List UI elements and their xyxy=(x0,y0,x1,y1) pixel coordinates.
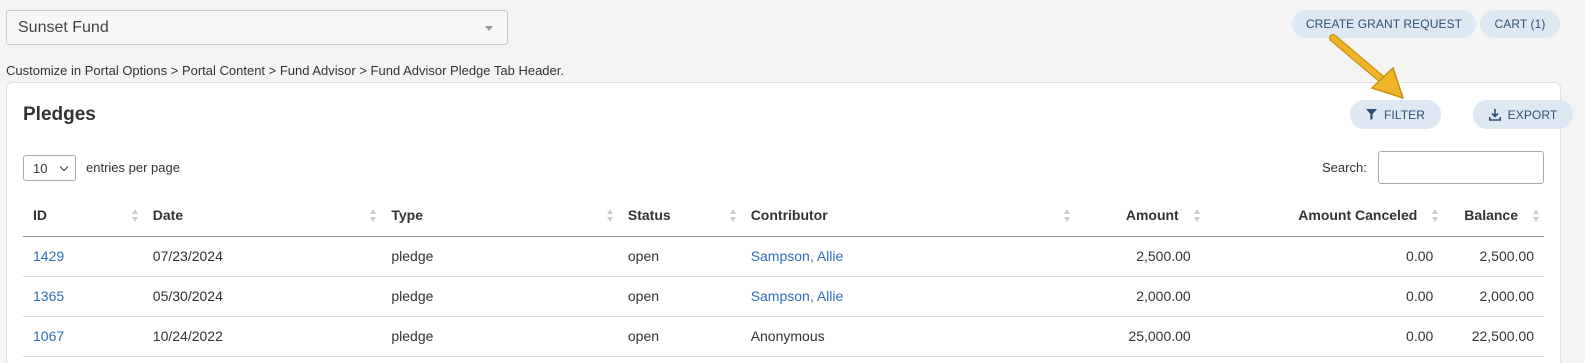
pledge-amount: 2,000.00 xyxy=(1074,276,1205,317)
pledge-amount-canceled: 0.00 xyxy=(1204,316,1444,357)
page-title: Pledges xyxy=(23,104,96,125)
column-header-balance[interactable]: Balance xyxy=(1443,195,1544,237)
table-row: 1429 07/23/2024 pledge open Sampson, All… xyxy=(23,236,1544,277)
contributor-link[interactable]: Sampson, Allie xyxy=(751,288,844,304)
pledge-type: pledge xyxy=(381,276,618,317)
dropdown-caret-icon xyxy=(485,26,493,31)
pledge-date: 07/23/2024 xyxy=(142,236,382,277)
column-header-id[interactable]: ID xyxy=(23,195,143,237)
annotation-arrow-icon xyxy=(1329,34,1405,100)
filter-label: FILTER xyxy=(1383,107,1426,122)
sort-icon xyxy=(1193,209,1201,222)
download-icon xyxy=(1488,108,1501,121)
sort-icon xyxy=(1063,209,1071,222)
pledge-id-link[interactable]: 1429 xyxy=(33,248,64,264)
search-input[interactable] xyxy=(1378,151,1544,184)
contributor-link[interactable]: Sampson, Allie xyxy=(751,248,844,264)
customize-hint: Customize in Portal Options > Portal Con… xyxy=(6,63,564,78)
pledge-balance: 22,500.00 xyxy=(1443,316,1544,357)
chevron-down-icon xyxy=(59,162,69,172)
table-row: 1365 05/30/2024 pledge open Sampson, All… xyxy=(23,276,1544,317)
pledge-amount: 2,500.00 xyxy=(1074,236,1205,277)
column-header-status[interactable]: Status xyxy=(617,195,741,237)
column-header-date[interactable]: Date xyxy=(142,195,382,237)
entries-value: 10 xyxy=(33,160,48,176)
pledge-type: pledge xyxy=(381,316,618,357)
pledges-panel: Pledges FILTER EXPORT 10 entries per pag… xyxy=(6,82,1573,363)
sort-icon xyxy=(370,209,377,222)
column-header-amount-canceled[interactable]: Amount Canceled xyxy=(1204,195,1444,237)
sort-icon xyxy=(1432,209,1439,222)
entries-per-page-label: entries per page xyxy=(86,160,180,175)
entries-per-page-select[interactable]: 10 xyxy=(23,155,76,181)
pledge-amount: 25,000.00 xyxy=(1074,316,1205,357)
export-label: EXPORT xyxy=(1507,107,1558,122)
pledge-balance: 2,000.00 xyxy=(1443,276,1544,317)
pledge-id-link[interactable]: 1365 xyxy=(33,288,64,304)
table-row: 1067 10/24/2022 pledge open Anonymous 25… xyxy=(23,316,1544,357)
export-button[interactable]: EXPORT xyxy=(1473,100,1573,129)
column-header-type[interactable]: Type xyxy=(381,195,618,237)
pledge-amount-canceled: 0.00 xyxy=(1204,276,1444,317)
pledge-status: open xyxy=(617,236,741,277)
contributor-name: Anonymous xyxy=(740,316,1075,357)
cart-button[interactable]: CART (1) xyxy=(1480,10,1560,38)
pledge-balance: 2,500.00 xyxy=(1443,236,1544,277)
column-header-contributor[interactable]: Contributor xyxy=(740,195,1075,237)
pledge-amount-canceled: 0.00 xyxy=(1204,236,1444,277)
pledges-table: ID Date Type Status Contributor Amount A… xyxy=(23,195,1544,357)
sort-icon xyxy=(729,209,737,222)
pledge-type: pledge xyxy=(381,236,618,277)
search-label: Search: xyxy=(1322,160,1367,175)
table-header-row: ID Date Type Status Contributor Amount A… xyxy=(23,195,1544,237)
fund-select-value: Sunset Fund xyxy=(18,18,109,36)
sort-icon xyxy=(131,209,139,222)
funnel-icon xyxy=(1365,109,1377,120)
pledge-status: open xyxy=(617,316,741,357)
fund-select[interactable]: Sunset Fund xyxy=(6,10,508,45)
pledge-id-link[interactable]: 1067 xyxy=(33,328,64,344)
pledge-date: 05/30/2024 xyxy=(142,276,382,317)
pledge-date: 10/24/2022 xyxy=(142,316,382,357)
sort-icon xyxy=(1533,209,1540,222)
sort-icon xyxy=(606,209,614,222)
column-header-amount[interactable]: Amount xyxy=(1074,195,1205,237)
pledge-status: open xyxy=(617,276,741,317)
